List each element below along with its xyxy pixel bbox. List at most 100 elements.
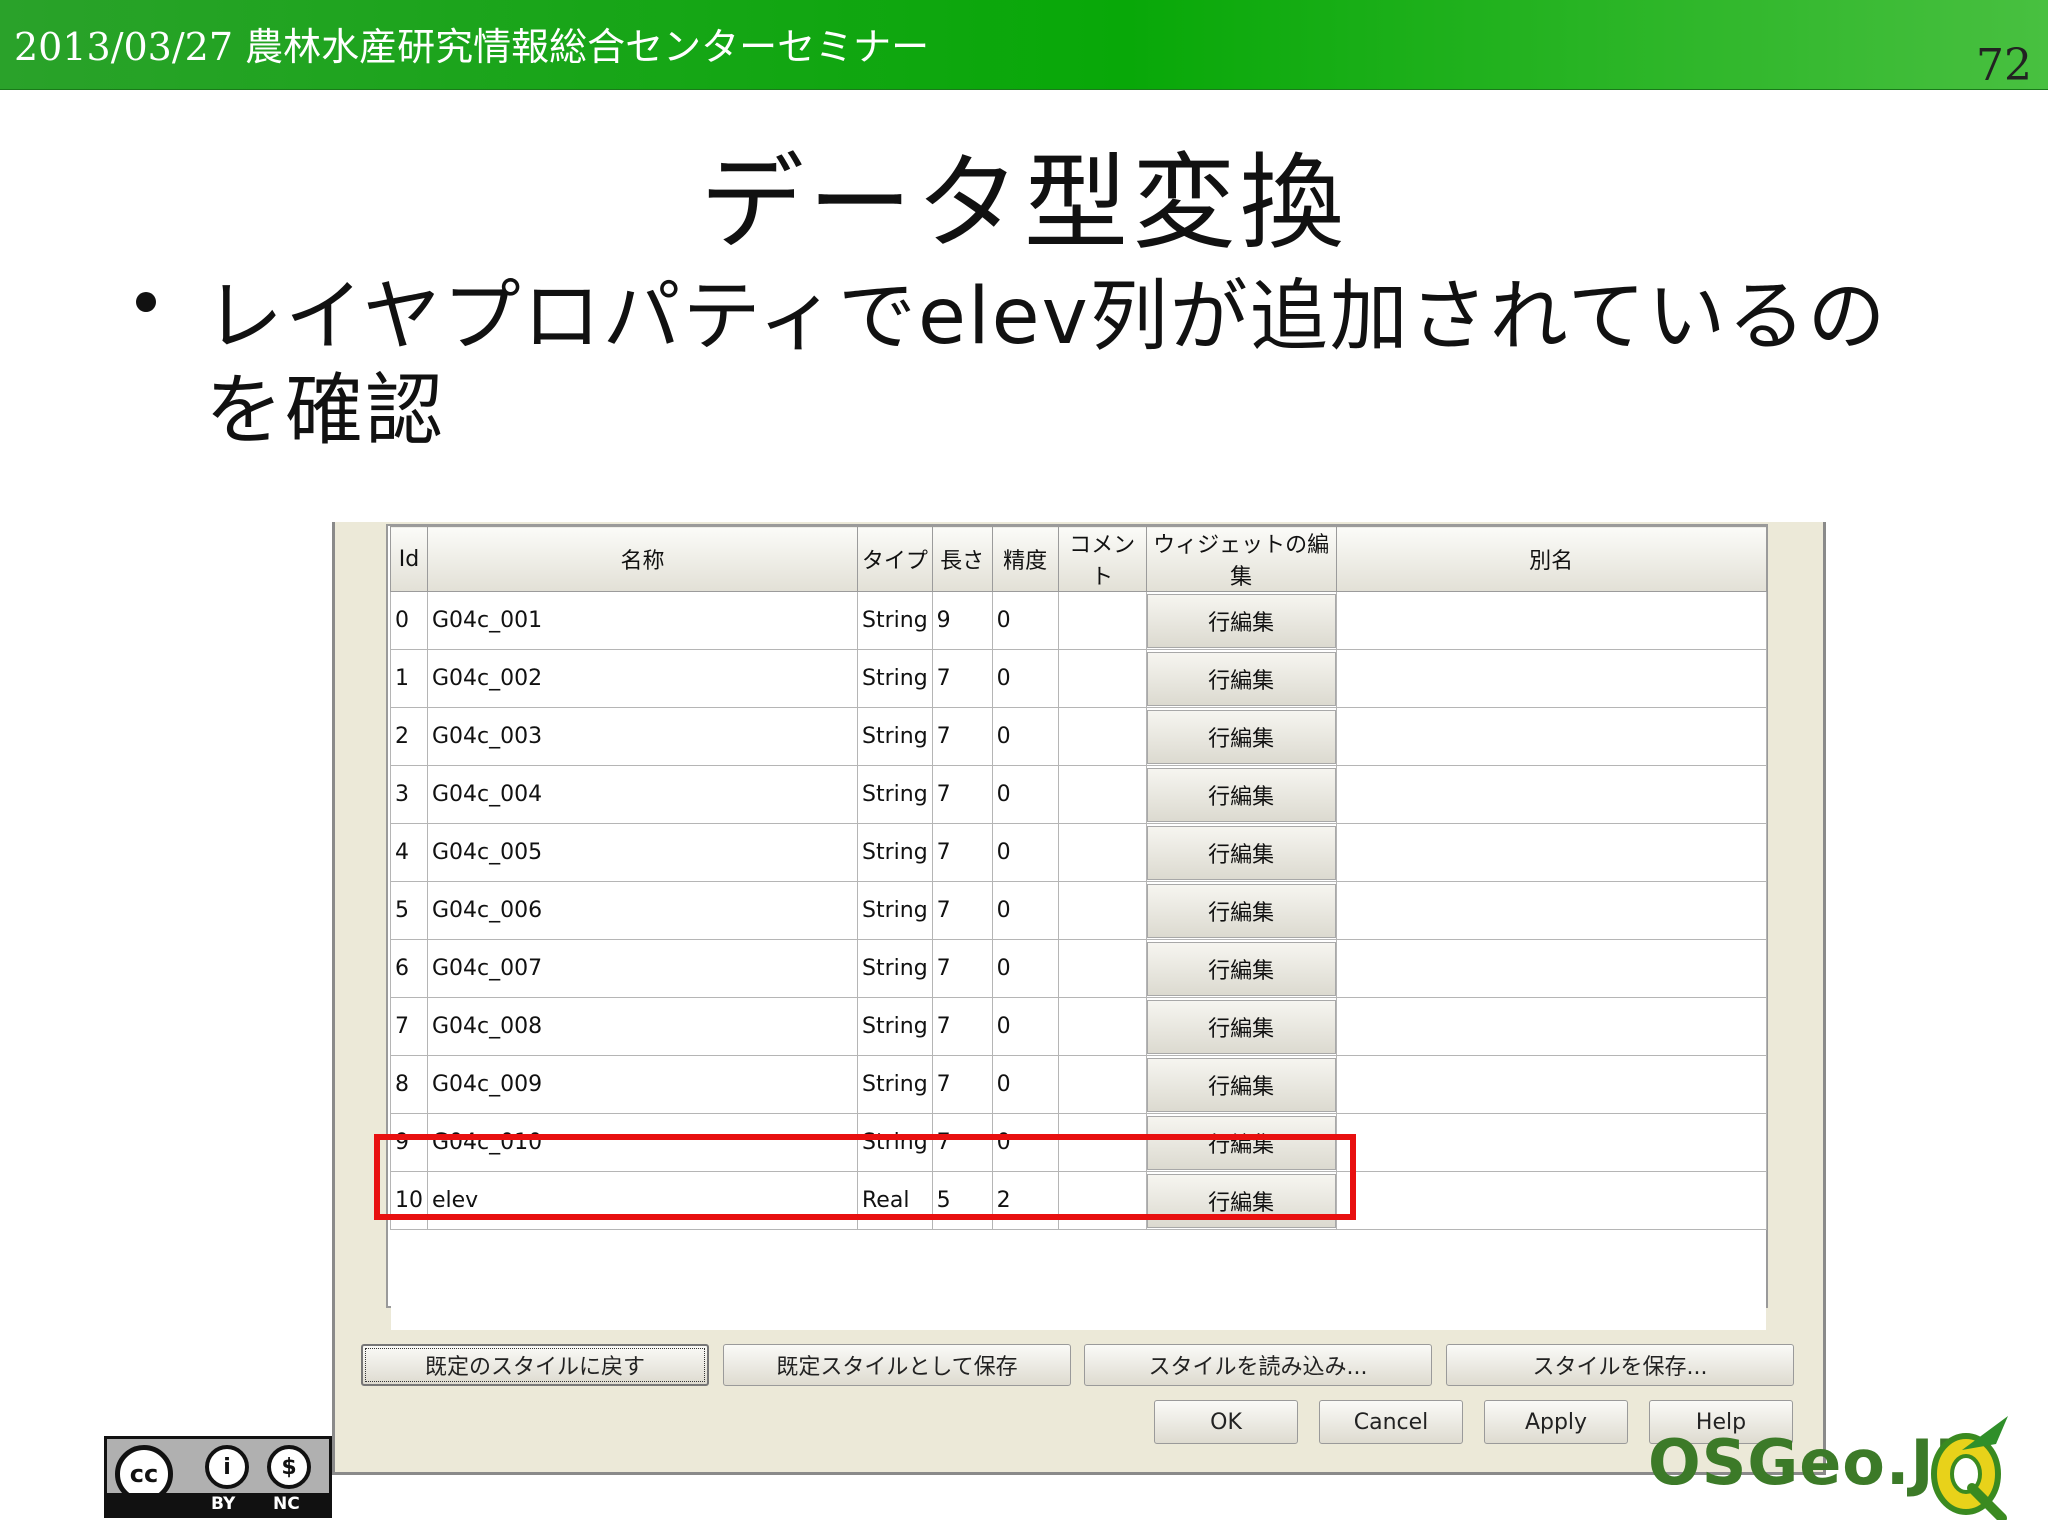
- cell-name[interactable]: G04c_007: [427, 939, 858, 998]
- column-header-name[interactable]: 名称: [427, 526, 858, 592]
- cell-id[interactable]: 3: [390, 765, 428, 824]
- cell-comment[interactable]: [1057, 591, 1147, 650]
- cell-length[interactable]: 9: [931, 591, 993, 650]
- cell-edit[interactable]: 行編集: [1145, 649, 1337, 708]
- cell-comment[interactable]: [1057, 939, 1147, 998]
- cell-edit[interactable]: 行編集: [1145, 997, 1337, 1056]
- cell-alias[interactable]: [1335, 1171, 1767, 1230]
- column-header-precision[interactable]: 精度: [991, 526, 1059, 592]
- cell-precision[interactable]: 0: [991, 823, 1059, 882]
- column-header-length[interactable]: 長さ: [931, 526, 993, 592]
- row-edit-button[interactable]: 行編集: [1146, 651, 1336, 706]
- cell-name[interactable]: G04c_001: [427, 591, 858, 650]
- cell-type[interactable]: String: [857, 823, 933, 882]
- cell-precision[interactable]: 0: [991, 997, 1059, 1056]
- cell-edit[interactable]: 行編集: [1145, 881, 1337, 940]
- row-edit-button[interactable]: 行編集: [1146, 999, 1336, 1054]
- cell-name[interactable]: G04c_003: [427, 707, 858, 766]
- cell-length[interactable]: 7: [931, 881, 993, 940]
- cell-alias[interactable]: [1335, 649, 1767, 708]
- cell-length[interactable]: 7: [931, 939, 993, 998]
- cell-edit[interactable]: 行編集: [1145, 939, 1337, 998]
- cell-alias[interactable]: [1335, 591, 1767, 650]
- cell-type[interactable]: String: [857, 881, 933, 940]
- cell-edit[interactable]: 行編集: [1145, 1055, 1337, 1114]
- cell-name[interactable]: G04c_005: [427, 823, 858, 882]
- cell-length[interactable]: 7: [931, 707, 993, 766]
- cell-name[interactable]: G04c_002: [427, 649, 858, 708]
- cell-type[interactable]: String: [857, 591, 933, 650]
- table-row[interactable]: 0 G04c_001 String 9 0 行編集: [390, 591, 1767, 650]
- cell-precision[interactable]: 0: [991, 881, 1059, 940]
- cell-length[interactable]: 7: [931, 823, 993, 882]
- cell-length[interactable]: 7: [931, 765, 993, 824]
- cell-comment[interactable]: [1057, 881, 1147, 940]
- apply-button[interactable]: Apply: [1484, 1400, 1628, 1444]
- cell-edit[interactable]: 行編集: [1145, 707, 1337, 766]
- cell-precision[interactable]: 0: [991, 1055, 1059, 1114]
- load-style-button[interactable]: スタイルを読み込み...: [1084, 1344, 1432, 1386]
- column-header-type[interactable]: タイプ: [857, 526, 933, 592]
- cell-type[interactable]: String: [857, 939, 933, 998]
- cell-type[interactable]: String: [857, 707, 933, 766]
- row-edit-button[interactable]: 行編集: [1146, 1057, 1336, 1112]
- cell-alias[interactable]: [1335, 1055, 1767, 1114]
- column-header-comment[interactable]: コメント: [1057, 526, 1147, 592]
- cancel-button[interactable]: Cancel: [1319, 1400, 1463, 1444]
- cell-comment[interactable]: [1057, 997, 1147, 1056]
- cell-alias[interactable]: [1335, 881, 1767, 940]
- cell-type[interactable]: String: [857, 649, 933, 708]
- cell-edit[interactable]: 行編集: [1145, 765, 1337, 824]
- cell-comment[interactable]: [1057, 765, 1147, 824]
- cell-precision[interactable]: 0: [991, 939, 1059, 998]
- row-edit-button[interactable]: 行編集: [1146, 593, 1336, 648]
- cell-alias[interactable]: [1335, 823, 1767, 882]
- cell-alias[interactable]: [1335, 765, 1767, 824]
- restore-default-style-button[interactable]: 既定のスタイルに戻す: [361, 1344, 709, 1386]
- row-edit-button[interactable]: 行編集: [1146, 709, 1336, 764]
- cell-length[interactable]: 7: [931, 1055, 993, 1114]
- cell-comment[interactable]: [1057, 823, 1147, 882]
- cell-id[interactable]: 1: [390, 649, 428, 708]
- table-row[interactable]: 2 G04c_003 String 7 0 行編集: [390, 707, 1767, 766]
- cell-precision[interactable]: 0: [991, 591, 1059, 650]
- cell-type[interactable]: String: [857, 1055, 933, 1114]
- cell-alias[interactable]: [1335, 997, 1767, 1056]
- column-header-id[interactable]: Id: [390, 526, 428, 592]
- cell-precision[interactable]: 0: [991, 707, 1059, 766]
- cell-id[interactable]: 7: [390, 997, 428, 1056]
- cell-length[interactable]: 7: [931, 997, 993, 1056]
- row-edit-button[interactable]: 行編集: [1146, 767, 1336, 822]
- table-row[interactable]: 7 G04c_008 String 7 0 行編集: [390, 997, 1767, 1056]
- cell-id[interactable]: 4: [390, 823, 428, 882]
- cell-name[interactable]: G04c_009: [427, 1055, 858, 1114]
- row-edit-button[interactable]: 行編集: [1146, 825, 1336, 880]
- row-edit-button[interactable]: 行編集: [1146, 941, 1336, 996]
- table-row[interactable]: 5 G04c_006 String 7 0 行編集: [390, 881, 1767, 940]
- ok-button[interactable]: OK: [1154, 1400, 1298, 1444]
- cell-alias[interactable]: [1335, 707, 1767, 766]
- cell-comment[interactable]: [1057, 649, 1147, 708]
- cell-id[interactable]: 2: [390, 707, 428, 766]
- cell-id[interactable]: 6: [390, 939, 428, 998]
- save-as-default-style-button[interactable]: 既定スタイルとして保存: [723, 1344, 1071, 1386]
- cell-alias[interactable]: [1335, 939, 1767, 998]
- cell-id[interactable]: 5: [390, 881, 428, 940]
- table-row[interactable]: 3 G04c_004 String 7 0 行編集: [390, 765, 1767, 824]
- table-row[interactable]: 1 G04c_002 String 7 0 行編集: [390, 649, 1767, 708]
- cell-precision[interactable]: 0: [991, 765, 1059, 824]
- cell-type[interactable]: String: [857, 997, 933, 1056]
- cell-length[interactable]: 7: [931, 649, 993, 708]
- table-row[interactable]: 6 G04c_007 String 7 0 行編集: [390, 939, 1767, 998]
- cell-name[interactable]: G04c_004: [427, 765, 858, 824]
- cell-alias[interactable]: [1335, 1113, 1767, 1172]
- cell-id[interactable]: 8: [390, 1055, 428, 1114]
- table-row[interactable]: 8 G04c_009 String 7 0 行編集: [390, 1055, 1767, 1114]
- table-row[interactable]: 4 G04c_005 String 7 0 行編集: [390, 823, 1767, 882]
- cell-type[interactable]: String: [857, 765, 933, 824]
- cell-name[interactable]: G04c_008: [427, 997, 858, 1056]
- cell-precision[interactable]: 0: [991, 649, 1059, 708]
- cell-name[interactable]: G04c_006: [427, 881, 858, 940]
- cell-id[interactable]: 0: [390, 591, 428, 650]
- cell-edit[interactable]: 行編集: [1145, 591, 1337, 650]
